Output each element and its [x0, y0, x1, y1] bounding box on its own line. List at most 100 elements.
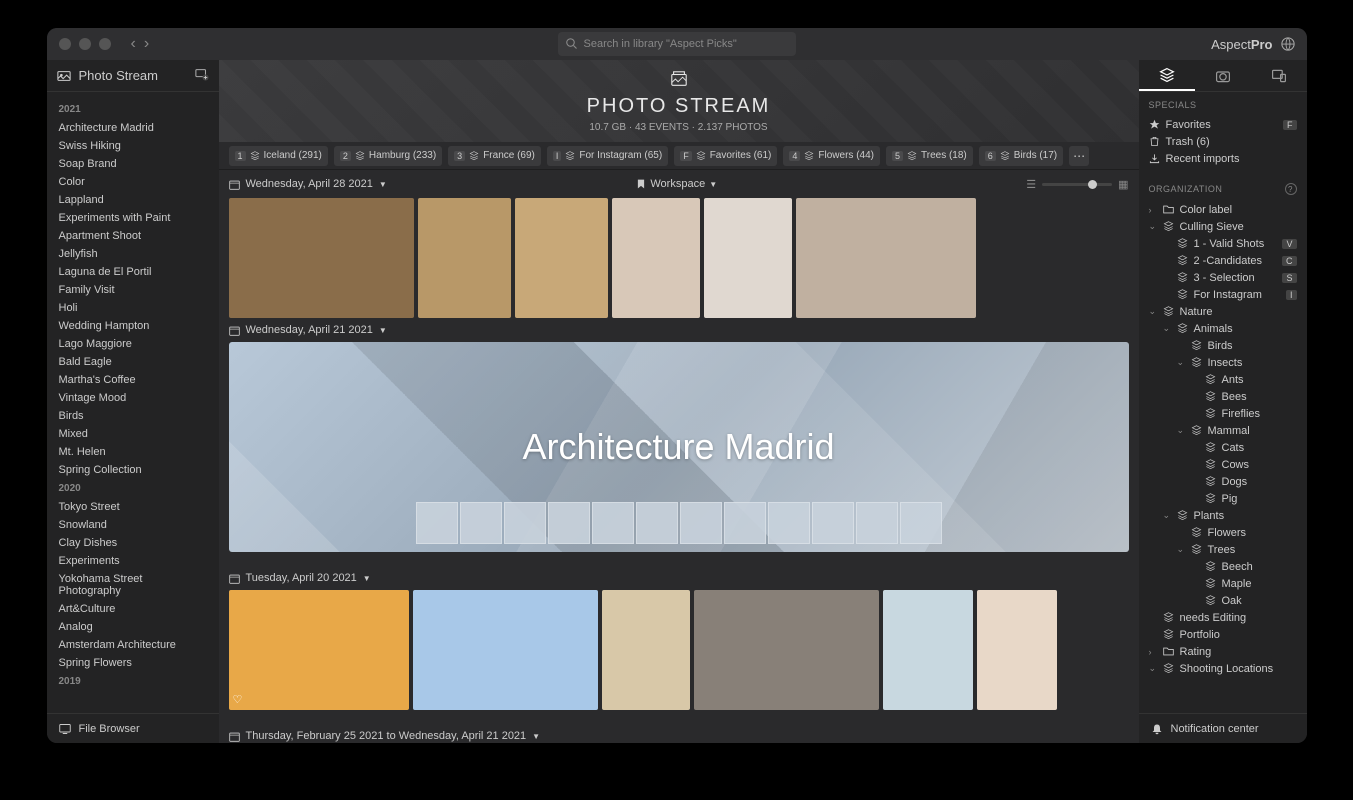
filter-chip[interactable]: 5Trees (18) [886, 146, 973, 166]
more-filters-button[interactable]: ⋯ [1069, 146, 1089, 166]
tree-node[interactable]: Fireflies [1149, 405, 1297, 422]
thumbnail[interactable] [704, 198, 792, 318]
event-item[interactable]: Holi [47, 299, 219, 317]
thumbnail[interactable] [977, 590, 1057, 710]
filter-chip[interactable]: 2Hamburg (233) [334, 146, 442, 166]
heart-icon[interactable]: ♡ [233, 693, 243, 706]
tree-node[interactable]: ⌄Trees [1149, 541, 1297, 558]
event-item[interactable]: Amsterdam Architecture [47, 636, 219, 654]
mini-thumbnail[interactable] [460, 502, 502, 544]
workspace-selector[interactable]: Workspace ▼ [636, 178, 717, 190]
mini-thumbnail[interactable] [768, 502, 810, 544]
event-item[interactable]: Mt. Helen [47, 443, 219, 461]
content-area[interactable]: Wednesday, April 21 2021▼Architecture Ma… [219, 198, 1139, 743]
mini-thumbnail[interactable] [636, 502, 678, 544]
mini-thumbnail[interactable] [900, 502, 942, 544]
thumbnail[interactable] [694, 590, 879, 710]
mini-thumbnail[interactable] [504, 502, 546, 544]
special-item[interactable]: FavoritesF [1149, 116, 1297, 133]
toolbar-date[interactable]: Wednesday, April 28 2021 ▼ [229, 178, 387, 190]
back-button[interactable]: ‹ [131, 35, 136, 53]
event-item[interactable]: Yokohama Street Photography [47, 570, 219, 600]
filter-chip[interactable]: 6Birds (17) [979, 146, 1063, 166]
filter-chip[interactable]: 1Iceland (291) [229, 146, 328, 166]
tree-node[interactable]: Birds [1149, 337, 1297, 354]
event-item[interactable]: Bald Eagle [47, 353, 219, 371]
special-item[interactable]: Trash (6) [1149, 133, 1297, 150]
event-item[interactable]: Spring Flowers [47, 654, 219, 672]
list-view-icon[interactable]: ☰ [1026, 178, 1036, 191]
thumbnail[interactable] [612, 198, 700, 318]
tree-node[interactable]: ⌄Insects [1149, 354, 1297, 371]
event-item[interactable]: Laguna de El Portil [47, 263, 219, 281]
thumbnail[interactable] [796, 198, 976, 318]
featured-event[interactable]: Architecture Madrid [229, 342, 1129, 552]
event-item[interactable]: Snowland [47, 516, 219, 534]
zoom-slider[interactable] [1042, 183, 1112, 186]
tree-node[interactable]: Dogs [1149, 473, 1297, 490]
search-input[interactable]: Search in library "Aspect Picks" [558, 32, 796, 56]
tree-node[interactable]: Ants [1149, 371, 1297, 388]
event-item[interactable]: Tokyo Street [47, 498, 219, 516]
event-item[interactable]: Jellyfish [47, 245, 219, 263]
event-item[interactable]: Birds [47, 407, 219, 425]
tree-node[interactable]: ›Rating [1149, 643, 1297, 660]
event-item[interactable]: Spring Collection [47, 461, 219, 479]
event-item[interactable]: Architecture Madrid [47, 119, 219, 137]
event-item[interactable]: Experiments with Paint [47, 209, 219, 227]
forward-button[interactable]: › [144, 35, 149, 53]
mini-thumbnail[interactable] [592, 502, 634, 544]
tree-node[interactable]: For InstagramI [1149, 286, 1297, 303]
mini-thumbnail[interactable] [856, 502, 898, 544]
thumbnail[interactable] [413, 590, 598, 710]
mini-thumbnail[interactable] [548, 502, 590, 544]
event-item[interactable]: Vintage Mood [47, 389, 219, 407]
grid-view-icon[interactable]: ▦ [1118, 178, 1128, 191]
tree-node[interactable]: Maple [1149, 575, 1297, 592]
event-list[interactable]: 2021Architecture MadridSwiss HikingSoap … [47, 92, 219, 713]
special-item[interactable]: Recent imports [1149, 150, 1297, 167]
thumbnail[interactable] [515, 198, 608, 318]
filter-chip[interactable]: IFor Instagram (65) [547, 146, 668, 166]
tree-node[interactable]: ⌄Culling Sieve [1149, 218, 1297, 235]
tree-node[interactable]: Cats [1149, 439, 1297, 456]
thumbnail[interactable] [418, 198, 511, 318]
event-date-label[interactable]: Tuesday, April 20 2021▼ [229, 566, 1129, 590]
tree-node[interactable]: Pig [1149, 490, 1297, 507]
tab-layers[interactable] [1139, 60, 1195, 91]
event-item[interactable]: Swiss Hiking [47, 137, 219, 155]
event-item[interactable]: Family Visit [47, 281, 219, 299]
event-item[interactable]: Analog [47, 618, 219, 636]
event-item[interactable]: Martha's Coffee [47, 371, 219, 389]
tab-camera[interactable] [1195, 60, 1251, 91]
mini-thumbnail[interactable] [680, 502, 722, 544]
event-item[interactable]: Lappland [47, 191, 219, 209]
tree-node[interactable]: 2 -CandidatesC [1149, 252, 1297, 269]
tree-node[interactable]: needs Editing [1149, 609, 1297, 626]
mini-thumbnail[interactable] [416, 502, 458, 544]
tree-node[interactable]: Beech [1149, 558, 1297, 575]
event-item[interactable]: Wedding Hampton [47, 317, 219, 335]
event-item[interactable]: Soap Brand [47, 155, 219, 173]
event-date-label[interactable]: Thursday, February 25 2021 to Wednesday,… [229, 724, 1129, 743]
tree-node[interactable]: 1 - Valid ShotsV [1149, 235, 1297, 252]
mini-thumbnail[interactable] [812, 502, 854, 544]
thumbnail[interactable] [883, 590, 973, 710]
sidebar-footer[interactable]: File Browser [47, 713, 219, 743]
tree-node[interactable]: ›Color label [1149, 201, 1297, 218]
event-item[interactable]: Mixed [47, 425, 219, 443]
tree-node[interactable]: Cows [1149, 456, 1297, 473]
thumbnail[interactable] [602, 590, 690, 710]
filter-chip[interactable]: 3France (69) [448, 146, 541, 166]
event-item[interactable]: Art&Culture [47, 600, 219, 618]
event-item[interactable]: Apartment Shoot [47, 227, 219, 245]
right-footer[interactable]: Notification center [1139, 713, 1307, 743]
traffic-lights[interactable] [59, 38, 111, 50]
tab-devices[interactable] [1251, 60, 1307, 91]
event-item[interactable]: Lago Maggiore [47, 335, 219, 353]
tree-node[interactable]: ⌄Animals [1149, 320, 1297, 337]
thumbnail[interactable]: ♡ [229, 590, 409, 710]
tree-node[interactable]: ⌄Mammal [1149, 422, 1297, 439]
filter-chip[interactable]: 4Flowers (44) [783, 146, 880, 166]
mini-thumbnail[interactable] [724, 502, 766, 544]
